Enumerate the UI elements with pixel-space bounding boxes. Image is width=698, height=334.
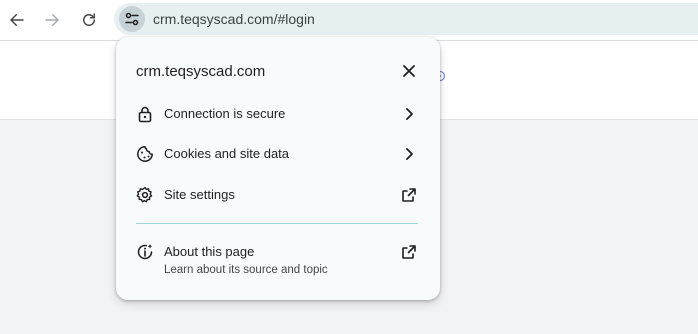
close-icon [402, 64, 416, 78]
cookies-site-data-row[interactable]: Cookies and site data [116, 138, 440, 170]
arrow-right-icon [43, 11, 61, 29]
row-sublabel: Learn about its source and topic [164, 264, 328, 276]
forward-button[interactable] [40, 6, 64, 34]
close-button[interactable] [399, 61, 419, 81]
tune-icon [124, 11, 140, 27]
divider [136, 223, 418, 224]
address-bar[interactable]: crm.teqsyscad.com/#login [114, 3, 698, 35]
connection-secure-row[interactable]: Connection is secure [116, 98, 440, 130]
browser-toolbar: crm.teqsyscad.com/#login [0, 0, 698, 41]
info-sparkle-icon [136, 243, 154, 261]
lock-icon [136, 105, 154, 123]
chevron-right-icon [401, 146, 417, 162]
chevron-right-icon [401, 106, 417, 122]
site-info-popup: crm.teqsyscad.com Connection is secure C… [116, 37, 440, 300]
row-label: Site settings [164, 187, 235, 202]
reload-icon [80, 11, 98, 29]
cookie-icon [136, 145, 154, 163]
popup-title: crm.teqsyscad.com [136, 63, 266, 80]
row-label: Cookies and site data [164, 146, 290, 161]
row-label: Connection is secure [164, 106, 286, 121]
gear-icon [136, 186, 154, 204]
external-link-icon [401, 244, 417, 260]
reload-button[interactable] [77, 6, 101, 34]
arrow-left-icon [8, 11, 26, 29]
url-text[interactable]: crm.teqsyscad.com/#login [153, 11, 315, 27]
row-label: About this page [164, 244, 255, 259]
site-info-button[interactable] [119, 6, 145, 32]
external-link-icon [401, 187, 417, 203]
about-this-page-row[interactable]: About this page Learn about its source a… [116, 236, 440, 280]
back-button[interactable] [5, 6, 29, 34]
site-settings-row[interactable]: Site settings [116, 179, 440, 211]
